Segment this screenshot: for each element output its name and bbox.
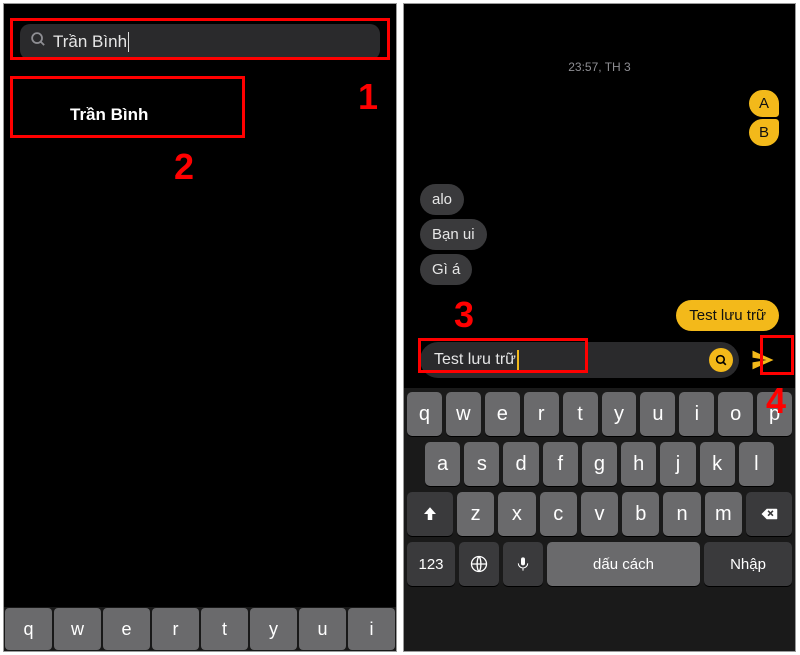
key-l[interactable]: l: [739, 442, 774, 486]
key-k[interactable]: k: [700, 442, 735, 486]
compose-search-button[interactable]: [709, 348, 733, 372]
message-received[interactable]: alo: [420, 184, 464, 215]
key-z[interactable]: z: [457, 492, 494, 536]
key-n[interactable]: n: [663, 492, 700, 536]
sent-messages: Test lưu trữ: [676, 300, 779, 331]
key-d[interactable]: d: [503, 442, 538, 486]
key-v[interactable]: v: [581, 492, 618, 536]
key-u[interactable]: u: [299, 608, 346, 650]
search-icon: [30, 31, 47, 53]
key-p[interactable]: p: [757, 392, 792, 436]
send-button[interactable]: [747, 344, 779, 376]
key-q[interactable]: q: [5, 608, 52, 650]
key-e[interactable]: e: [485, 392, 520, 436]
key-q[interactable]: q: [407, 392, 442, 436]
search-value: Trần Bình: [53, 32, 129, 52]
timestamp: 23:57, TH 3: [404, 60, 795, 74]
search-result-name: Trần Bình: [70, 105, 148, 125]
key-backspace[interactable]: [746, 492, 792, 536]
message-sent[interactable]: Test lưu trữ: [676, 300, 779, 331]
message-sent[interactable]: A: [749, 90, 779, 117]
key-globe[interactable]: [459, 542, 499, 586]
key-y[interactable]: y: [250, 608, 297, 650]
key-g[interactable]: g: [582, 442, 617, 486]
key-i[interactable]: i: [348, 608, 395, 650]
search-result-row[interactable]: Trần Bình: [20, 92, 380, 138]
keyboard: q w e r t y u i o p a s d f g h j k l: [404, 388, 795, 651]
key-w[interactable]: w: [54, 608, 101, 650]
search-field[interactable]: Trần Bình: [20, 24, 380, 60]
key-u[interactable]: u: [640, 392, 675, 436]
message-received[interactable]: Bạn ui: [420, 219, 487, 250]
compose-bar: Test lưu trữ: [420, 342, 779, 378]
key-x[interactable]: x: [498, 492, 535, 536]
message-input[interactable]: Test lưu trữ: [420, 342, 739, 378]
right-screen: 23:57, TH 3 A B alo Bạn ui Gì á Test lưu…: [403, 3, 796, 652]
key-numeric[interactable]: 123: [407, 542, 455, 586]
key-f[interactable]: f: [543, 442, 578, 486]
key-y[interactable]: y: [602, 392, 637, 436]
key-w[interactable]: w: [446, 392, 481, 436]
caret-icon: [128, 32, 129, 52]
key-s[interactable]: s: [464, 442, 499, 486]
key-t[interactable]: t: [563, 392, 598, 436]
message-received[interactable]: Gì á: [420, 254, 472, 285]
sent-messages: A B: [749, 90, 779, 146]
message-sent[interactable]: B: [749, 119, 779, 146]
left-screen: Trần Bình Trần Bình q w e r t y u i: [3, 3, 397, 652]
caret-icon: [517, 350, 519, 370]
key-t[interactable]: t: [201, 608, 248, 650]
key-i[interactable]: i: [679, 392, 714, 436]
key-j[interactable]: j: [660, 442, 695, 486]
key-return[interactable]: Nhập: [704, 542, 792, 586]
key-r[interactable]: r: [524, 392, 559, 436]
key-h[interactable]: h: [621, 442, 656, 486]
key-shift[interactable]: [407, 492, 453, 536]
key-space[interactable]: dấu cách: [547, 542, 700, 586]
key-b[interactable]: b: [622, 492, 659, 536]
key-c[interactable]: c: [540, 492, 577, 536]
key-mic[interactable]: [503, 542, 543, 586]
key-r[interactable]: r: [152, 608, 199, 650]
received-messages: alo Bạn ui Gì á: [420, 184, 487, 285]
key-o[interactable]: o: [718, 392, 753, 436]
keyboard-partial-row: q w e r t y u i: [4, 607, 396, 651]
key-m[interactable]: m: [705, 492, 742, 536]
key-a[interactable]: a: [425, 442, 460, 486]
key-e[interactable]: e: [103, 608, 150, 650]
message-input-value: Test lưu trữ: [434, 350, 519, 370]
